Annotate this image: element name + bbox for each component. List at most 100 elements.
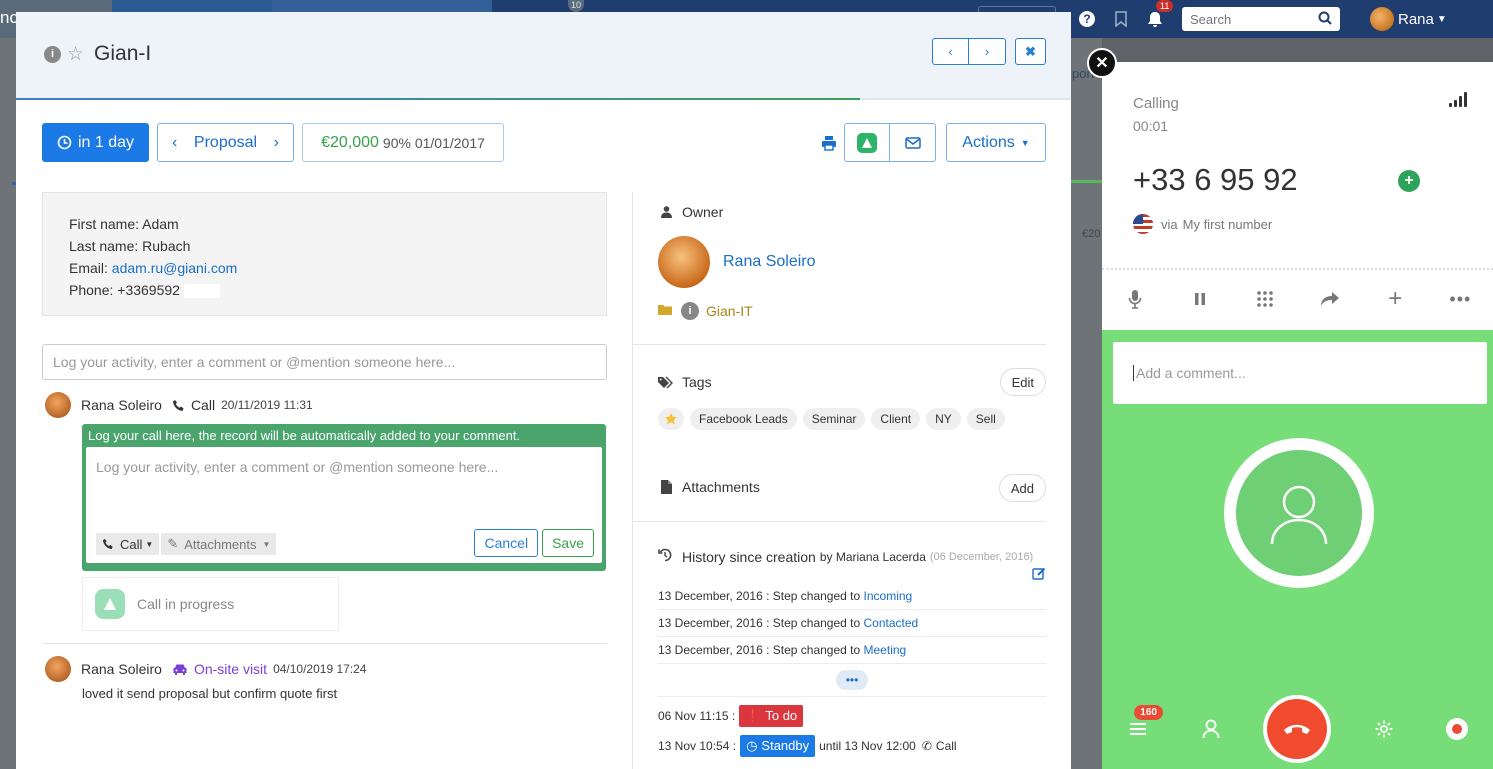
tag-sell[interactable]: Sell [966, 408, 1005, 430]
bell-icon[interactable]: 11 [1144, 0, 1174, 30]
organization-link[interactable]: Gian-IT [706, 303, 753, 319]
background-right-amount: €20 [1082, 228, 1101, 240]
settings-button[interactable] [1364, 709, 1404, 749]
attachments-dropdown[interactable]: ✎ Attachments ▼ [161, 533, 277, 555]
star-outline-icon[interactable]: ☆ [67, 43, 84, 66]
star-tag[interactable] [658, 408, 684, 430]
microphone-icon[interactable] [1120, 284, 1150, 314]
contact-email-link[interactable]: adam.ru@giani.com [112, 260, 238, 276]
stage-prev-icon[interactable]: ‹ [172, 134, 177, 152]
email-button[interactable] [890, 123, 936, 162]
due-date-button[interactable]: in 1 day [42, 123, 149, 162]
call-in-progress-label: Call in progress [137, 596, 235, 612]
call-log-placeholder: Log your activity, enter a comment or @m… [96, 459, 499, 475]
transfer-icon[interactable] [1315, 284, 1345, 314]
user-menu[interactable]: Rana ▼ [1370, 7, 1447, 31]
stage-selector[interactable]: ‹ Proposal › [157, 123, 294, 162]
history-divider [658, 696, 1046, 697]
call-list-button[interactable]: 160 [1118, 705, 1163, 749]
hang-up-button[interactable] [1263, 695, 1332, 763]
history-step-link[interactable]: Contacted [864, 616, 919, 630]
call-comment-input[interactable]: Add a comment... [1113, 342, 1487, 404]
contact-phone: Phone: +3369592 [69, 282, 180, 298]
call-status: Calling [1133, 95, 1179, 112]
call-log-box: Log your call here, the record will be a… [82, 424, 606, 571]
tag-facebook-leads[interactable]: Facebook Leads [690, 408, 797, 430]
history-line-text: Step changed to [772, 589, 861, 603]
search-input[interactable] [1182, 8, 1302, 30]
standby-badge-label: Standby [761, 738, 810, 753]
phone-icon: ✆ [921, 739, 932, 753]
save-button[interactable]: Save [542, 529, 594, 557]
deal-modal: i ☆ Gian-I ‹ › ✖ in 1 day ‹ Proposal › €… [16, 12, 1071, 769]
nav-notification-count: 10 [568, 0, 584, 12]
info-icon[interactable]: i [44, 45, 61, 63]
modal-header: i ☆ Gian-I ‹ › ✖ [16, 12, 1071, 100]
cancel-button[interactable]: Cancel [474, 529, 539, 557]
record-pager: ‹ › [932, 38, 1006, 65]
history-icon [658, 548, 674, 565]
entry-timestamp: 04/10/2019 17:24 [273, 662, 367, 676]
entry-type-label: On-site visit [193, 661, 268, 677]
close-modal-button[interactable]: ✖ [1015, 38, 1046, 65]
nav-search[interactable] [1182, 7, 1340, 31]
file-icon [658, 480, 674, 494]
user-avatar [1370, 7, 1394, 31]
todo-badge-label: To do [765, 708, 798, 723]
person-icon[interactable] [1191, 709, 1231, 749]
previous-record-button[interactable]: ‹ [932, 38, 969, 65]
tags-list: Facebook Leads Seminar Client NY Sell [658, 408, 1046, 430]
entry-author: Rana Soleiro [81, 397, 162, 413]
tag-ny[interactable]: NY [926, 408, 961, 430]
contact-email-label: Email: [69, 260, 112, 276]
deal-amount: €20,000 [321, 133, 379, 151]
stage-next-icon[interactable]: › [274, 134, 279, 152]
column-separator [632, 192, 633, 769]
background-right-accent [1071, 180, 1102, 183]
history-step-link[interactable]: Incoming [864, 589, 913, 603]
print-icon[interactable] [814, 123, 844, 162]
edit-note-icon[interactable] [1032, 567, 1046, 583]
plus-icon[interactable]: + [1380, 284, 1410, 314]
call-log-actions: Cancel Save [470, 529, 594, 557]
organization-row: i Gian-IT [658, 302, 1046, 320]
show-more-history-button[interactable]: ••• [836, 670, 868, 690]
aircall-button[interactable] [844, 123, 890, 162]
edit-tags-button[interactable]: Edit [999, 368, 1046, 396]
deal-probability-date: 90% 01/01/2017 [382, 134, 485, 151]
actions-dropdown[interactable]: Actions ▼ [946, 123, 1046, 162]
history-title: History since creation [682, 548, 816, 565]
add-contact-button[interactable]: + [1398, 170, 1420, 192]
dialer-bottom-bar: 160 [1102, 689, 1493, 769]
paperclip-icon: ✎ [167, 536, 179, 551]
caret-down-icon: ▼ [1436, 13, 1447, 25]
add-attachment-button[interactable]: Add [998, 474, 1046, 502]
close-dialer-button[interactable]: ✕ [1087, 48, 1117, 78]
pause-icon[interactable] [1185, 284, 1215, 314]
record-button[interactable] [1437, 709, 1477, 749]
more-icon[interactable]: ••• [1445, 284, 1475, 314]
tag-seminar[interactable]: Seminar [802, 408, 866, 430]
attachments-section-header: Attachments Add [658, 474, 1046, 502]
amount-button[interactable]: €20,000 90% 01/01/2017 [302, 123, 504, 162]
help-icon[interactable]: ? [1076, 8, 1098, 30]
status-line-standby: 13 Nov 10:54 : ◷ Standby until 13 Nov 12:… [658, 735, 1046, 757]
bookmark-icon[interactable] [1110, 8, 1132, 30]
activity-input[interactable]: Log your activity, enter a comment or @m… [42, 344, 607, 380]
history-step-link[interactable]: Meeting [864, 643, 907, 657]
due-date-label: in 1 day [77, 133, 135, 151]
next-record-button[interactable]: › [969, 38, 1006, 65]
owner-name-link[interactable]: Rana Soleiro [723, 253, 816, 271]
keypad-icon[interactable] [1250, 284, 1280, 314]
phone-icon [172, 399, 184, 411]
standby-until: until 13 Nov 12:00 [819, 739, 916, 753]
status-time: 13 Nov 10:54 : [658, 739, 737, 753]
contact-first-name: First name: Adam [69, 216, 179, 232]
call-type-dropdown[interactable]: Call ▼ [96, 533, 160, 555]
call-log-editor[interactable]: Log your activity, enter a comment or @m… [86, 447, 602, 563]
tag-client[interactable]: Client [871, 408, 921, 430]
info-icon[interactable]: i [681, 302, 699, 320]
section-divider [632, 521, 1046, 522]
status-line-todo: 06 Nov 11:15 : ❗ To do [658, 705, 1046, 727]
search-icon[interactable] [1318, 11, 1332, 28]
